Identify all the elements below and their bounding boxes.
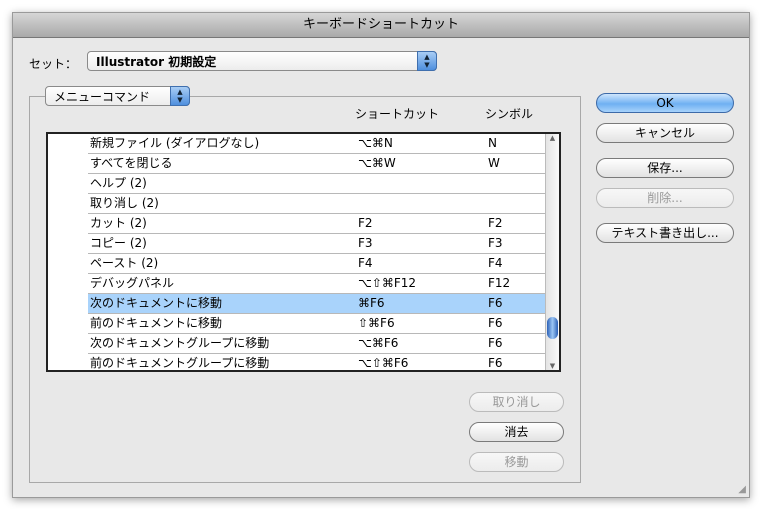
shortcut-cell: ⇧⌘F6 [358,316,395,330]
export-text-button[interactable]: テキスト書き出し... [596,223,734,243]
table-row[interactable]: 次のドキュメントグループに移動 ⌥⌘F6 F6 [88,334,549,354]
table-row[interactable]: 次のドキュメントに移動 ⌘F6 F6 [88,294,549,314]
command-cell: コピー (2) [90,236,147,250]
cancel-button[interactable]: キャンセル [596,123,734,143]
updown-arrows-icon: ▲ ▼ [417,51,437,71]
set-value: Illustrator 初期設定 [96,55,217,69]
symbol-cell: F3 [488,236,503,250]
ok-button[interactable]: OK [596,93,734,113]
symbol-cell: W [488,156,500,170]
move-button[interactable]: 移動 [469,452,564,472]
symbol-cell: F6 [488,336,503,350]
table-row[interactable]: コピー (2) F3 F3 [88,234,549,254]
table-row[interactable]: デバッグパネル ⌥⇧⌘F12 F12 [88,274,549,294]
clear-button[interactable]: 消去 [469,422,564,442]
scroll-thumb[interactable] [547,317,558,339]
command-cell: 次のドキュメントに移動 [90,296,223,310]
shortcut-cell: ⌥⇧⌘F6 [358,356,409,370]
scroll-down-icon[interactable]: ▼ [546,362,559,370]
command-cell: 前のドキュメントグループに移動 [90,356,270,370]
command-cell: ペースト (2) [90,256,159,270]
table-row[interactable]: 前のドキュメントグループに移動 ⌥⇧⌘F6 F6 [88,354,549,370]
table-row[interactable]: 前のドキュメントに移動 ⇧⌘F6 F6 [88,314,549,334]
undo-button[interactable]: 取り消し [469,392,564,412]
shortcut-cell: F3 [358,236,373,250]
scroll-up-icon[interactable]: ▲ [546,134,559,142]
category-select[interactable]: メニューコマンド ▲ ▼ [45,86,190,106]
shortcut-cell: ⌘F6 [358,296,385,310]
command-cell: すべてを閉じる [90,156,173,170]
command-cell: 新規ファイル (ダイアログなし) [90,136,260,150]
scrollbar[interactable]: ▲ ▼ [545,134,559,370]
window-title: キーボードショートカット [13,13,749,38]
symbol-cell: F6 [488,356,503,370]
symbol-cell: N [488,136,497,150]
resize-grip-icon[interactable]: ◢ [738,484,746,495]
command-cell: 次のドキュメントグループに移動 [90,336,270,350]
table-row[interactable]: ヘルプ (2) [88,174,549,194]
symbol-cell: F2 [488,216,503,230]
command-cell: 前のドキュメントに移動 [90,316,223,330]
table-row[interactable]: カット (2) F2 F2 [88,214,549,234]
symbol-cell: F12 [488,276,511,290]
category-value: メニューコマンド [54,90,151,104]
command-cell: カット (2) [90,216,147,230]
set-select[interactable]: Illustrator 初期設定 ▲ ▼ [87,51,437,71]
shortcut-cell: F4 [358,256,373,270]
command-cell: デバッグパネル [90,276,175,290]
command-cell: ヘルプ (2) [90,176,147,190]
symbol-cell: F4 [488,256,503,270]
shortcut-cell: ⌥⌘N [358,136,393,150]
save-button[interactable]: 保存... [596,158,734,178]
shortcut-cell: F2 [358,216,373,230]
shortcut-cell: ⌥⌘W [358,156,396,170]
symbol-cell: F6 [488,296,503,310]
command-cell: 取り消し (2) [90,196,159,210]
updown-arrows-icon: ▲ ▼ [170,86,190,106]
symbol-cell: F6 [488,316,503,330]
column-header-symbol: シンボル [485,107,534,121]
shortcut-cell: ⌥⇧⌘F12 [358,276,417,290]
shortcut-list[interactable]: 前のドキュメントグループに移動 ⌥⇧⌘F6 F6 次のドキュメントグループに移動 ⌥⌘F… [46,132,561,372]
table-row[interactable]: 取り消し (2) [88,194,549,214]
shortcut-cell: ⌥⌘F6 [358,336,399,350]
keyboard-shortcuts-dialog: キーボードショートカット セット： Illustrator 初期設定 ▲ ▼ メニ… [12,12,750,498]
table-row[interactable]: ペースト (2) F4 F4 [88,254,549,274]
column-header-shortcut: ショートカット [355,107,440,121]
delete-button[interactable]: 削除... [596,188,734,208]
table-row[interactable]: 新規ファイル (ダイアログなし) ⌥⌘N N [88,134,549,154]
set-label: セット： [29,57,78,71]
table-row[interactable]: すべてを閉じる ⌥⌘W W [88,154,549,174]
